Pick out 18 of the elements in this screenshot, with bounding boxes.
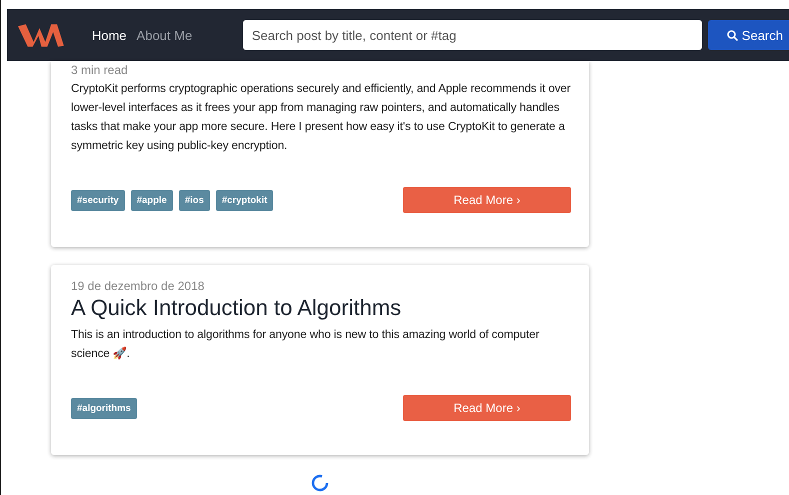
post-title: A Quick Introduction to Algorithms [71, 295, 402, 321]
post-summary: This is an introduction to algorithms for anyone who is new to this amazing world of computer science 🚀. [71, 327, 540, 362]
read-more-button[interactable]: Read More › [403, 395, 571, 421]
nav-link[interactable]: Home [92, 28, 127, 42]
tag-link[interactable]: #apple [130, 190, 173, 210]
tag-link[interactable]: #cryptokit [216, 190, 274, 210]
post-meta: 19 de dezembro de 2018 [71, 279, 206, 293]
nav-link[interactable]: About Me [136, 28, 192, 42]
search-button[interactable]: Search [708, 20, 789, 50]
search-field[interactable]: Search post by title, content or #tag [242, 20, 702, 50]
search-icon [726, 30, 738, 40]
tag-link[interactable]: #security [71, 190, 125, 210]
tag-link[interactable]: #ios [178, 190, 210, 210]
post-meta: 3 min read [71, 63, 129, 77]
tag-link[interactable]: #algorithms [71, 398, 137, 418]
post-summary: CryptoKit performs cryptographic operations securely and efficiently, and Apple recommends it over lower-level interfaces as it frees your app from managing raw pointers, and automatically handles tasks that make your app more secure. Here I present how easy it's to use CryptoKit to generate a symmetric key using public-key encryption. [71, 81, 571, 154]
logo-icon[interactable] [18, 22, 64, 48]
read-more-button[interactable]: Read More › [403, 187, 571, 213]
